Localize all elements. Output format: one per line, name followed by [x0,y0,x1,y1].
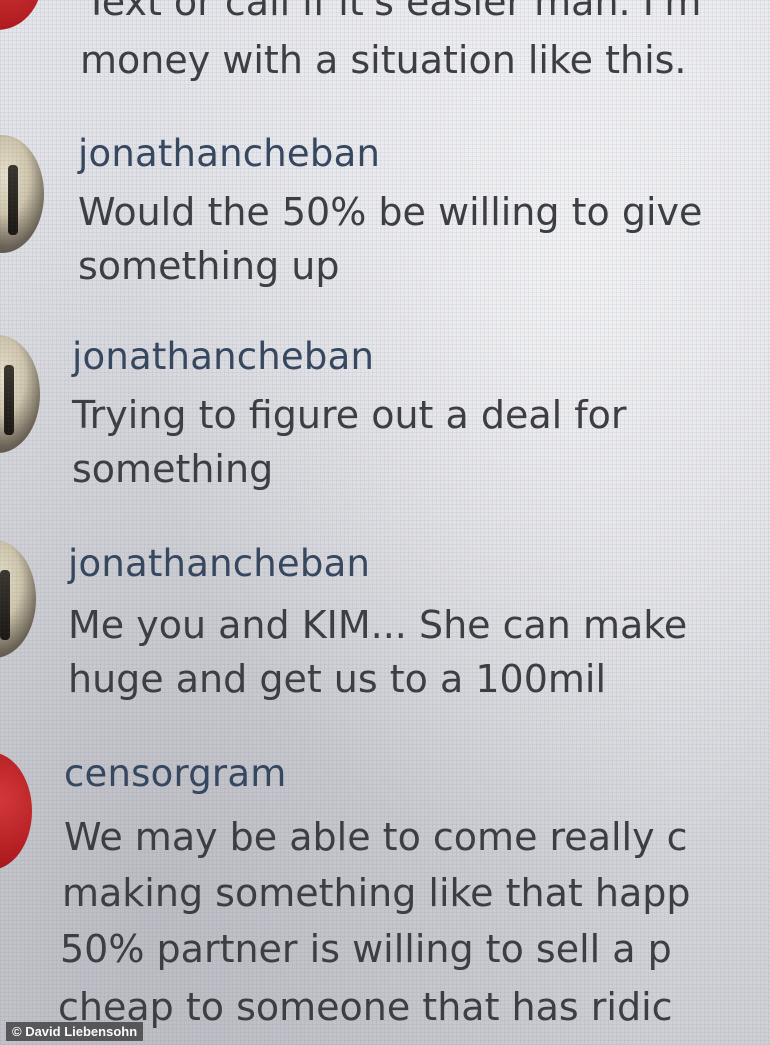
avatar[interactable] [0,335,40,453]
comment-text: Me you and KIM... She can make [68,603,688,647]
comment-username[interactable]: jonathancheban [72,335,374,378]
comment-username[interactable]: jonathancheban [78,132,380,175]
comment-text: We may be able to come really c [64,815,688,859]
photo-credit: © David Liebensohn [6,1022,144,1041]
comment-text: something up [78,244,340,288]
comment-text-partial: money with a situation like this. [80,38,687,82]
avatar[interactable]: AM [0,752,32,870]
avatar[interactable] [0,135,44,253]
comment-text: Would the 50% be willing to give [78,190,703,234]
comment-username[interactable]: censorgram [64,752,286,795]
photographed-screen: Text or call if it's easier man. I'm mon… [0,0,770,1045]
comment-text: 50% partner is willing to sell a p [60,927,672,971]
comment-text: Trying to figure out a deal for [72,393,627,437]
avatar[interactable] [0,0,42,30]
comment-text: huge and get us to a 100mil [68,657,607,701]
avatar[interactable] [0,540,36,658]
comment-text: something [72,447,274,491]
comment-text-partial: Text or call if it's easier man. I'm [85,0,702,24]
comment-text: cheap to someone that has ridic [58,985,673,1029]
comment-text: making something like that happ [62,871,691,915]
comment-username[interactable]: jonathancheban [68,542,370,585]
